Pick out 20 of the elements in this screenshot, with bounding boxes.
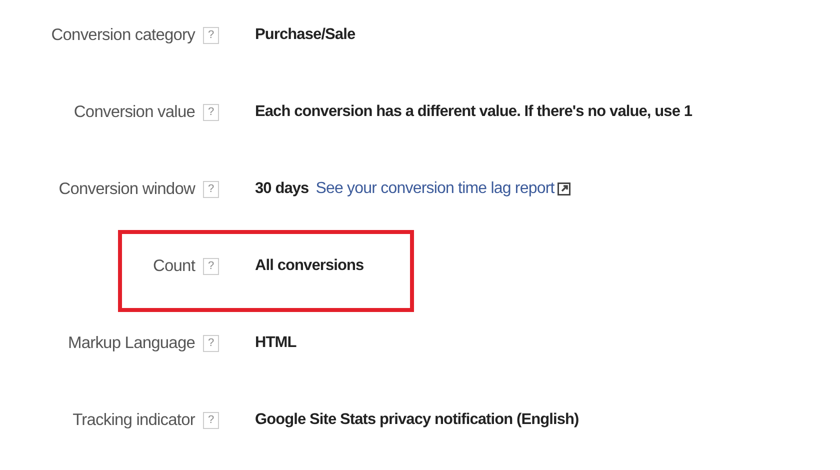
help-icon[interactable]: ? bbox=[203, 26, 219, 44]
help-icon[interactable]: ? bbox=[203, 104, 219, 120]
setting-value: Each conversion has a different value. If there's no value, use 1 bbox=[255, 103, 692, 121]
help-icon[interactable]: ? bbox=[203, 412, 219, 428]
setting-label: Conversion category bbox=[51, 26, 195, 44]
report-link[interactable]: See your conversion time lag report bbox=[316, 180, 554, 198]
setting-value: 30 days bbox=[255, 180, 309, 198]
setting-label: Count bbox=[152, 256, 195, 276]
external-link-icon bbox=[557, 182, 572, 196]
help-icon[interactable]: ? bbox=[203, 258, 219, 274]
setting-label: Tracking indicator bbox=[72, 410, 195, 430]
setting-label: Conversion window bbox=[58, 180, 195, 198]
help-icon[interactable]: ? bbox=[203, 334, 219, 352]
setting-value: All conversions bbox=[255, 257, 364, 275]
help-icon[interactable]: ? bbox=[203, 180, 219, 198]
setting-label: Conversion value bbox=[74, 102, 195, 122]
setting-value: Purchase/Sale bbox=[255, 26, 356, 44]
setting-value: HTML bbox=[255, 334, 296, 352]
setting-label: Markup Language bbox=[68, 334, 195, 352]
setting-value: Google Site Stats privacy notification (English) bbox=[255, 411, 579, 429]
